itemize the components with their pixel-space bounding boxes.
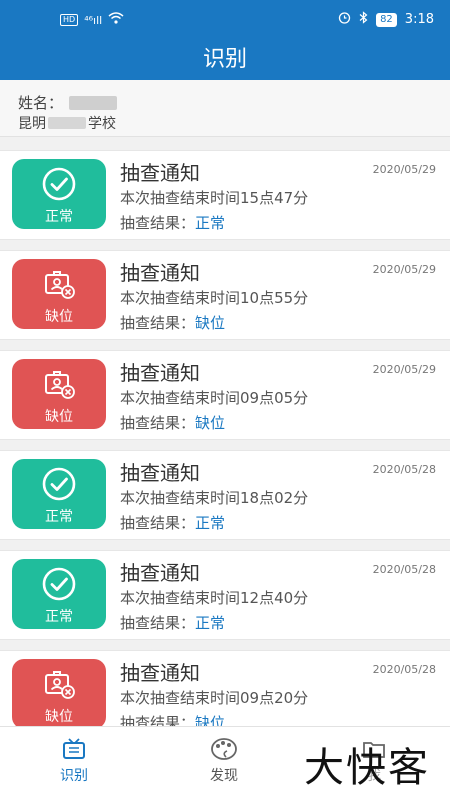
wifi-icon <box>108 12 124 28</box>
list-item[interactable]: 正常 抽查通知 2020/05/28 本次抽查结束时间12点40分 抽查结果：正… <box>0 550 450 640</box>
card-date: 2020/05/28 <box>372 563 436 576</box>
card-title: 抽查通知 <box>120 361 200 385</box>
card-title: 抽查通知 <box>120 261 200 285</box>
list-item[interactable]: 正常 抽查通知 2020/05/29 本次抽查结束时间15点47分 抽查结果：正… <box>0 150 450 240</box>
badge-label: 缺位 <box>45 409 73 425</box>
status-badge: 正常 <box>12 459 106 529</box>
result-label: 抽查结果： <box>120 614 196 632</box>
card-end-time: 本次抽查结束时间09点05分 <box>120 389 309 407</box>
badge-label: 缺位 <box>45 309 73 325</box>
card-result: 抽查结果：正常 <box>120 612 225 633</box>
status-badge: 缺位 <box>12 259 106 329</box>
status-time: 3:18 <box>404 12 434 27</box>
result-value: 正常 <box>195 214 226 232</box>
card-date: 2020/05/28 <box>372 463 436 476</box>
card-date: 2020/05/29 <box>372 163 436 176</box>
tab-discover[interactable]: 发现 <box>174 737 274 785</box>
list-item[interactable]: 缺位 抽查通知 2020/05/29 本次抽查结束时间09点05分 抽查结果：缺… <box>0 350 450 440</box>
result-label: 抽查结果： <box>120 214 196 232</box>
name-row: 姓名： <box>18 92 118 113</box>
card-result: 抽查结果：正常 <box>120 512 225 533</box>
notification-list: 正常 抽查通知 2020/05/29 本次抽查结束时间15点47分 抽查结果：正… <box>0 150 450 750</box>
school-prefix: 昆明 <box>18 116 46 132</box>
list-item[interactable]: 缺位 抽查通知 2020/05/29 本次抽查结束时间10点55分 抽查结果：缺… <box>0 250 450 340</box>
result-value: 正常 <box>195 514 226 532</box>
card-title: 抽查通知 <box>120 661 200 685</box>
result-value: 正常 <box>195 614 226 632</box>
status-badge: 缺位 <box>12 659 106 729</box>
badge-label: 正常 <box>45 209 73 225</box>
card-title: 抽查通知 <box>120 161 200 185</box>
result-label: 抽查结果： <box>120 314 196 332</box>
school-row: 昆明 学校 <box>18 113 116 133</box>
card-title: 抽查通知 <box>120 561 200 585</box>
status-badge: 正常 <box>12 159 106 229</box>
result-label: 抽查结果： <box>120 414 196 432</box>
card-end-time: 本次抽查结束时间18点02分 <box>120 489 309 507</box>
card-result: 抽查结果：缺位 <box>120 412 225 433</box>
palette-icon <box>211 738 237 760</box>
status-badge: 缺位 <box>12 359 106 429</box>
card-end-time: 本次抽查结束时间12点40分 <box>120 589 309 607</box>
hd-badge: HD <box>60 14 79 26</box>
card-date: 2020/05/29 <box>372 263 436 276</box>
name-redacted <box>69 95 118 110</box>
card-end-time: 本次抽查结束时间15点47分 <box>120 189 309 207</box>
status-right: 82 3:18 <box>338 11 434 28</box>
list-item[interactable]: 正常 抽查通知 2020/05/28 本次抽查结束时间18点02分 抽查结果：正… <box>0 450 450 540</box>
status-bar: HD ⁴⁶ıll 82 3:18 <box>0 0 450 40</box>
alarm-icon <box>338 11 351 28</box>
page-title: 识别 <box>202 47 247 72</box>
card-result: 抽查结果：正常 <box>120 212 225 233</box>
status-left: HD ⁴⁶ıll <box>60 12 124 28</box>
check-circle-icon <box>42 167 76 201</box>
user-info: 姓名： 昆明 学校 <box>0 80 450 137</box>
card-result: 抽查结果：缺位 <box>120 312 225 333</box>
app-bar: 识别 <box>0 40 450 80</box>
check-circle-icon <box>42 467 76 501</box>
absent-badge-icon <box>45 271 75 299</box>
signal-icon: ⁴⁶ıll <box>84 13 103 27</box>
tv-icon <box>63 738 85 759</box>
name-label: 姓名： <box>18 94 64 112</box>
card-date: 2020/05/29 <box>372 363 436 376</box>
card-title: 抽查通知 <box>120 461 200 485</box>
absent-badge-icon <box>45 371 75 399</box>
check-circle-icon <box>42 567 76 601</box>
tab-recognize[interactable]: 识别 <box>24 737 124 785</box>
badge-label: 正常 <box>45 509 73 525</box>
card-end-time: 本次抽查结束时间09点20分 <box>120 689 309 707</box>
tab-label: 发现 <box>210 768 238 784</box>
school-suffix: 学校 <box>88 116 116 132</box>
badge-label: 正常 <box>45 609 73 625</box>
bluetooth-icon <box>359 11 368 28</box>
absent-badge-icon <box>45 671 75 699</box>
badge-label: 缺位 <box>45 709 73 725</box>
school-redacted <box>48 117 86 129</box>
battery-indicator: 82 <box>376 12 397 27</box>
result-label: 抽查结果： <box>120 514 196 532</box>
card-end-time: 本次抽查结束时间10点55分 <box>120 289 309 307</box>
tab-label: 识别 <box>60 768 88 784</box>
card-date: 2020/05/28 <box>372 663 436 676</box>
result-value: 缺位 <box>195 314 226 332</box>
watermark-logo: 大快客 <box>304 745 430 791</box>
result-value: 缺位 <box>195 414 226 432</box>
status-badge: 正常 <box>12 559 106 629</box>
